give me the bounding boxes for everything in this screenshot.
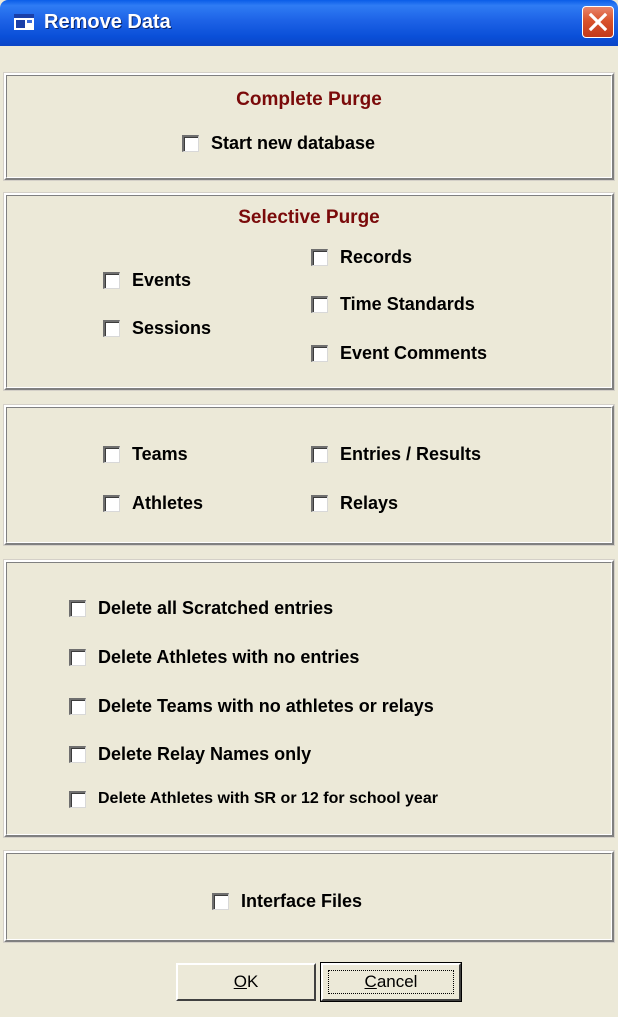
relays-checkbox[interactable]: Relays (311, 491, 398, 515)
close-button[interactable] (582, 6, 614, 38)
events-checkbox[interactable]: Events (103, 268, 191, 292)
delete-relay-names-checkbox[interactable]: Delete Relay Names only (69, 742, 311, 766)
interface-files-label: Interface Files (241, 891, 363, 911)
teams-checkbox[interactable]: Teams (103, 442, 188, 466)
delete-scratched-checkbox[interactable]: Delete all Scratched entries (69, 596, 333, 620)
remove-data-dialog: Remove Data Complete Purge Start new dat… (0, 0, 618, 1017)
events-label: Events (132, 270, 192, 290)
delete-relay-names-label: Delete Relay Names only (98, 744, 312, 764)
delete-athletes-no-entries-checkbox[interactable]: Delete Athletes with no entries (69, 645, 359, 669)
start-new-database-label: Start new database (211, 133, 376, 153)
sessions-label: Sessions (132, 318, 212, 338)
complete-purge-title: Complete Purge (236, 89, 382, 110)
checkbox-box[interactable] (311, 295, 328, 313)
athletes-checkbox[interactable]: Athletes (103, 491, 203, 515)
start-new-database-checkbox[interactable]: Start new database (182, 131, 375, 155)
delete-options-group: Delete all Scratched entries Delete Athl… (3, 559, 615, 838)
checkbox-box[interactable] (103, 445, 120, 463)
checkbox-box[interactable] (212, 892, 229, 910)
interface-files-group: Interface Files (3, 850, 615, 943)
selective-purge-title: Selective Purge (238, 207, 380, 228)
ok-label: K (246, 972, 259, 991)
delete-athletes-no-entries-label: Delete Athletes with no entries (98, 647, 360, 667)
records-label: Records (340, 247, 413, 267)
interface-files-checkbox[interactable]: Interface Files (212, 889, 362, 913)
event-comments-checkbox[interactable]: Event Comments (311, 341, 487, 365)
checkbox-box[interactable] (182, 134, 199, 152)
checkbox-box[interactable] (69, 599, 86, 617)
checkbox-box[interactable] (311, 248, 328, 266)
delete-athletes-sr12-label: Delete Athletes with SR or 12 for school… (98, 790, 438, 807)
cancel-button[interactable]: Cancel (320, 962, 462, 1002)
checkbox-box[interactable] (311, 494, 328, 512)
teams-label: Teams (132, 444, 188, 464)
focus-rectangle (328, 970, 454, 994)
delete-teams-no-athletes-label: Delete Teams with no athletes or relays (98, 696, 434, 716)
ok-button[interactable]: OK (176, 963, 316, 1001)
entries-results-checkbox[interactable]: Entries / Results (311, 442, 481, 466)
relays-label: Relays (340, 493, 399, 513)
checkbox-box[interactable] (69, 697, 86, 715)
window-title: Remove Data (44, 11, 171, 33)
checkbox-box[interactable] (311, 445, 328, 463)
checkbox-box[interactable] (103, 494, 120, 512)
entries-results-label: Entries / Results (340, 444, 482, 464)
sessions-checkbox[interactable]: Sessions (103, 316, 211, 340)
delete-teams-no-athletes-checkbox[interactable]: Delete Teams with no athletes or relays (69, 694, 434, 718)
checkbox-box[interactable] (311, 344, 328, 362)
checkbox-box[interactable] (69, 790, 86, 808)
delete-scratched-label: Delete all Scratched entries (98, 598, 334, 618)
athletes-label: Athletes (132, 493, 204, 513)
records-checkbox[interactable]: Records (311, 245, 412, 269)
app-window-icon (14, 14, 34, 30)
ok-mnemonic: O (233, 972, 247, 991)
event-comments-label: Event Comments (340, 343, 488, 363)
checkbox-box[interactable] (69, 648, 86, 666)
checkbox-box[interactable] (103, 319, 120, 337)
time-standards-checkbox[interactable]: Time Standards (311, 292, 475, 316)
selective-purge-group: Selective Purge Events Sessions Records … (3, 192, 615, 391)
checkbox-box[interactable] (69, 745, 86, 763)
checkbox-box[interactable] (103, 271, 120, 289)
complete-purge-group: Complete Purge Start new database (3, 72, 615, 181)
time-standards-label: Time Standards (340, 294, 475, 314)
teams-athletes-group: Teams Athletes Entries / Results Relays (3, 404, 615, 546)
title-bar[interactable]: Remove Data (0, 0, 618, 46)
delete-athletes-sr12-checkbox[interactable]: Delete Athletes with SR or 12 for school… (69, 787, 438, 811)
